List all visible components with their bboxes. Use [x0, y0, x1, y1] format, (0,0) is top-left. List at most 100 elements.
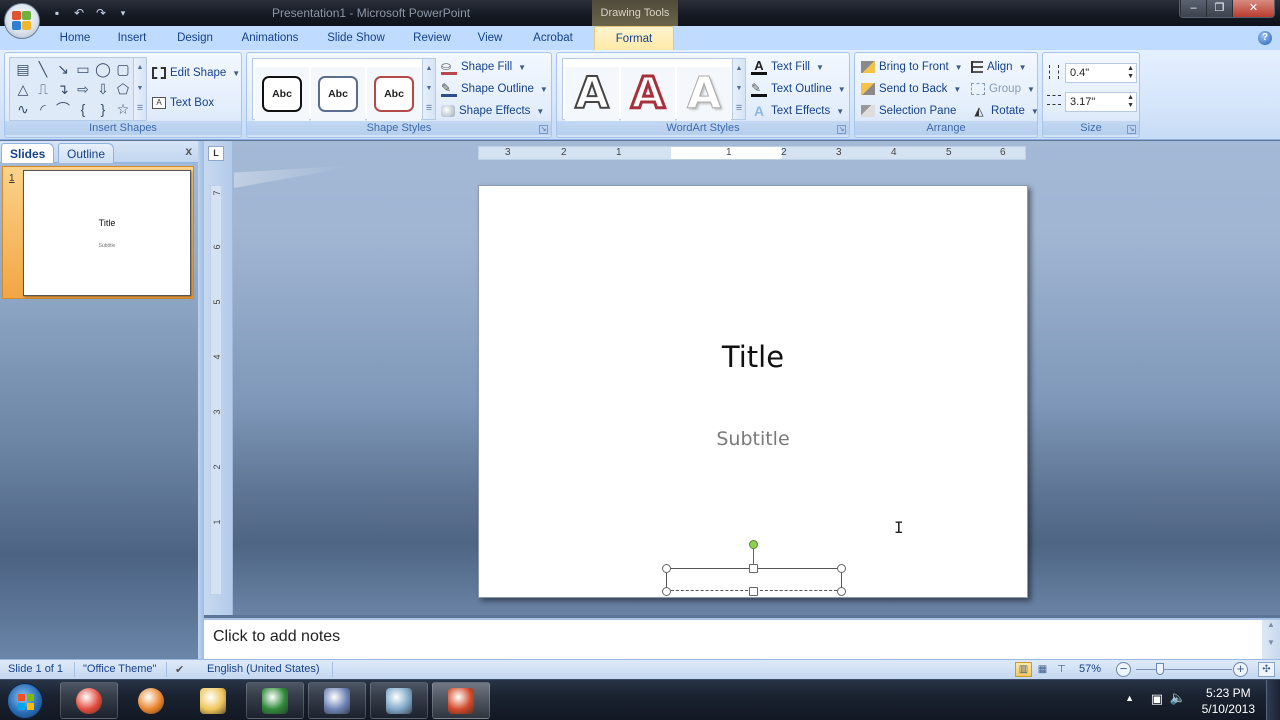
shape-arrow-line[interactable]: ↘ — [54, 60, 72, 78]
text-effects-button[interactable]: A Text Effects ▼ — [751, 101, 844, 121]
slide-sorter-view-button[interactable]: ▦ — [1034, 662, 1051, 677]
tab-review[interactable]: Review — [406, 26, 458, 50]
horizontal-ruler[interactable]: 3 2 1 1 2 3 4 5 6 — [478, 146, 1026, 160]
gallery-scrollbar[interactable]: ▲ ▼ ☰ — [133, 58, 146, 120]
shape-curve[interactable]: ⌒ — [54, 100, 72, 118]
align-button[interactable]: Align ▼ — [971, 57, 1027, 77]
text-outline-button[interactable]: ✎ Text Outline ▼ — [751, 79, 846, 99]
shape-right-brace[interactable]: } — [94, 100, 112, 118]
resize-handle[interactable] — [662, 564, 671, 573]
taskbar-firefox[interactable] — [122, 682, 180, 719]
width-spinner[interactable]: ▲ ▼ — [1127, 94, 1134, 110]
notes-placeholder[interactable]: Click to add notes — [213, 628, 340, 646]
shape-style-preset[interactable]: Abc — [311, 67, 365, 121]
gallery-scrollbar[interactable]: ▲ ▼ ☰ — [422, 59, 435, 119]
wordart-preset[interactable]: A — [565, 67, 619, 121]
start-button[interactable] — [7, 683, 43, 719]
volume-icon[interactable]: 🔈 — [1170, 690, 1186, 706]
tab-home[interactable]: Home — [52, 26, 98, 50]
shape-oval[interactable]: ◯ — [94, 60, 112, 78]
slide-thumbnail[interactable]: Title Subtitle — [23, 170, 191, 296]
close-pane-icon[interactable]: x — [185, 144, 192, 158]
group-button[interactable]: Group ▼ — [971, 79, 1035, 99]
edit-shape-button[interactable]: Edit Shape ▼ — [152, 63, 240, 83]
zoom-slider[interactable] — [1136, 669, 1232, 670]
tab-slides[interactable]: Slides — [1, 143, 55, 163]
notes-scrollbar[interactable]: ▲ ▼ — [1262, 620, 1280, 659]
taskbar-windows-explorer[interactable] — [184, 682, 242, 719]
shape-elbow-connector[interactable]: ⎍ — [34, 80, 52, 98]
selection-pane-button[interactable]: Selection Pane — [861, 101, 956, 121]
restore-button[interactable]: ❐ — [1206, 0, 1232, 17]
bring-to-front-button[interactable]: Bring to Front ▼ — [861, 57, 963, 77]
language[interactable]: English (United States) — [207, 663, 320, 675]
tab-outline[interactable]: Outline — [58, 143, 115, 163]
shape-height-input[interactable]: 0.4" ▲ ▼ — [1065, 63, 1137, 83]
taskbar-notepad-app[interactable] — [370, 682, 428, 719]
resize-handle[interactable] — [837, 564, 846, 573]
shape-rounded-rectangle[interactable]: ▢ — [114, 60, 132, 78]
fit-to-window-button[interactable]: ✣ — [1258, 662, 1275, 677]
redo-icon[interactable]: ↷ — [94, 6, 108, 20]
theme-name[interactable]: "Office Theme" — [83, 663, 156, 675]
taskbar-powerpoint[interactable] — [432, 682, 490, 719]
shape-down-arrow[interactable]: ⇩ — [94, 80, 112, 98]
clock[interactable]: 5:23 PM 5/10/2013 — [1202, 685, 1255, 717]
shape-text-box-shape[interactable]: ▤ — [14, 60, 32, 78]
dialog-launcher-icon[interactable]: ↘ — [837, 125, 846, 134]
minimize-button[interactable]: – — [1180, 0, 1206, 17]
tab-selector[interactable]: L — [208, 146, 224, 161]
close-button[interactable]: ✕ — [1232, 0, 1274, 17]
shape-effects-button[interactable]: Shape Effects ▼ — [441, 101, 544, 121]
spell-check-icon[interactable]: ✔ — [175, 663, 184, 676]
shape-style-preset[interactable]: Abc — [367, 67, 421, 121]
shape-callout[interactable]: ⬠ — [114, 80, 132, 98]
send-to-back-button[interactable]: Send to Back ▼ — [861, 79, 961, 99]
shape-left-brace[interactable]: { — [74, 100, 92, 118]
rotate-button[interactable]: ◭ Rotate ▼ — [971, 101, 1038, 121]
shape-elbow-arrow-connector[interactable]: ↴ — [54, 80, 72, 98]
taskbar-excel[interactable] — [246, 682, 304, 719]
shape-star[interactable]: ☆ — [114, 100, 132, 118]
tab-animations[interactable]: Animations — [234, 26, 306, 50]
shape-outline-button[interactable]: ✎ Shape Outline ▼ — [441, 79, 548, 99]
height-spinner[interactable]: ▲ ▼ — [1127, 65, 1134, 81]
resize-handle[interactable] — [837, 587, 846, 596]
zoom-out-button[interactable]: − — [1116, 662, 1131, 677]
office-button[interactable] — [4, 3, 40, 39]
show-hidden-icons[interactable]: ▲ — [1125, 693, 1134, 703]
show-desktop-button[interactable] — [1266, 680, 1280, 720]
shape-fill-button[interactable]: ⛀ Shape Fill ▼ — [441, 57, 526, 77]
tab-insert[interactable]: Insert — [110, 26, 154, 50]
tab-slide-show[interactable]: Slide Show — [318, 26, 394, 50]
shape-triangle[interactable]: △ — [14, 80, 32, 98]
slide-canvas[interactable]: Title Subtitle — [478, 185, 1028, 598]
slide-show-view-button[interactable]: ⊤ — [1053, 662, 1070, 677]
shape-rectangle[interactable]: ▭ — [74, 60, 92, 78]
shape-right-arrow[interactable]: ⇨ — [74, 80, 92, 98]
help-icon[interactable]: ? — [1258, 31, 1272, 45]
gallery-scrollbar[interactable]: ▲ ▼ ☰ — [732, 59, 745, 119]
resize-handle[interactable] — [662, 587, 671, 596]
taskbar-chrome[interactable] — [60, 682, 118, 719]
dialog-launcher-icon[interactable]: ↘ — [1127, 125, 1136, 134]
tab-view[interactable]: View — [470, 26, 510, 50]
slide-title[interactable]: Title — [479, 340, 1027, 374]
wordart-preset[interactable]: A — [677, 67, 731, 121]
rotation-handle[interactable] — [749, 540, 758, 549]
wordart-preset[interactable]: A — [621, 67, 675, 121]
shape-line[interactable]: ╲ — [34, 60, 52, 78]
slide-subtitle[interactable]: Subtitle — [479, 428, 1027, 450]
taskbar-movie-maker[interactable] — [308, 682, 366, 719]
resize-handle[interactable] — [749, 564, 758, 573]
shape-style-preset[interactable]: Abc — [255, 67, 309, 121]
network-icon[interactable]: ▣ — [1151, 691, 1163, 707]
customize-icon[interactable]: ▾ — [116, 6, 130, 20]
tab-design[interactable]: Design — [168, 26, 222, 50]
shape-arc[interactable]: ◜ — [34, 100, 52, 118]
shape-freeform[interactable]: ∿ — [14, 100, 32, 118]
dialog-launcher-icon[interactable]: ↘ — [539, 125, 548, 134]
zoom-slider-thumb[interactable] — [1156, 663, 1164, 675]
shape-width-input[interactable]: 3.17" ▲ ▼ — [1065, 92, 1137, 112]
vertical-ruler[interactable]: 7 6 5 4 3 2 1 — [210, 185, 222, 595]
